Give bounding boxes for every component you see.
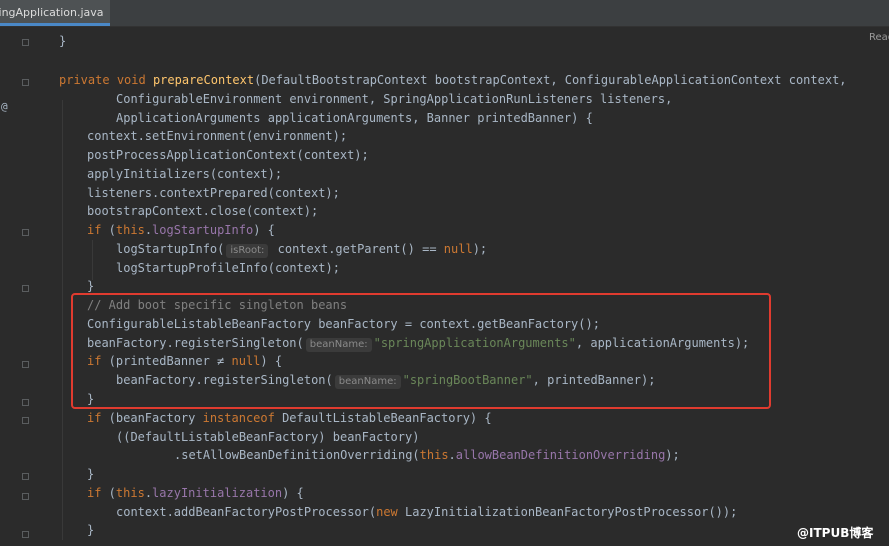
fold-icon[interactable] bbox=[22, 417, 29, 424]
code-line: } bbox=[59, 34, 67, 48]
code-line: if (this.lazyInitialization) { bbox=[87, 486, 304, 500]
code-line: postProcessApplicationContext(context); bbox=[87, 148, 369, 162]
fold-icon[interactable] bbox=[22, 285, 29, 292]
fold-icon[interactable] bbox=[22, 399, 29, 406]
editor-gutter: @ bbox=[0, 27, 36, 546]
tab-label: ringApplication.java bbox=[0, 6, 104, 19]
code-line: } bbox=[87, 523, 95, 537]
code-line: context.setEnvironment(environment); bbox=[87, 129, 348, 143]
code-line: applyInitializers(context); bbox=[87, 167, 283, 181]
code-line: logStartupProfileInfo(context); bbox=[116, 261, 340, 275]
fold-icon[interactable] bbox=[22, 229, 29, 236]
fold-icon[interactable] bbox=[22, 39, 29, 46]
fold-icon[interactable] bbox=[22, 79, 29, 86]
reader-mode-label[interactable]: Read bbox=[869, 32, 889, 43]
code-line: if (beanFactory instanceof DefaultListab… bbox=[87, 411, 492, 425]
code-line: .setAllowBeanDefinitionOverriding(this.a… bbox=[174, 448, 680, 462]
fold-icon[interactable] bbox=[22, 531, 29, 538]
highlight-annotation-box bbox=[71, 293, 771, 409]
code-line: ConfigurableEnvironment environment, Spr… bbox=[116, 92, 673, 106]
watermark: @ITPUB博客 bbox=[797, 526, 874, 540]
code-line: ((DefaultListableBeanFactory) beanFactor… bbox=[116, 430, 420, 444]
parameter-hint: isRoot: bbox=[226, 244, 269, 258]
fold-icon[interactable] bbox=[22, 473, 29, 480]
tab-spring-application-java[interactable]: ringApplication.java bbox=[0, 0, 110, 26]
code-line: bootstrapContext.close(context); bbox=[87, 204, 319, 218]
code-line: ApplicationArguments applicationArgument… bbox=[116, 111, 593, 125]
code-line: } bbox=[87, 467, 95, 481]
code-line: if (this.logStartupInfo) { bbox=[87, 223, 275, 237]
indent-guide bbox=[62, 100, 63, 540]
fold-icon[interactable] bbox=[22, 361, 29, 368]
editor-tab-bar: ringApplication.java bbox=[0, 0, 889, 27]
code-line: context.addBeanFactoryPostProcessor(new … bbox=[116, 505, 738, 519]
indent-guide bbox=[92, 240, 93, 280]
override-icon[interactable]: @ bbox=[1, 100, 8, 113]
code-line: listeners.contextPrepared(context); bbox=[87, 186, 340, 200]
fold-icon[interactable] bbox=[22, 493, 29, 500]
code-line: logStartupInfo(isRoot: context.getParent… bbox=[116, 242, 488, 258]
code-line: private void prepareContext(DefaultBoots… bbox=[59, 73, 847, 87]
